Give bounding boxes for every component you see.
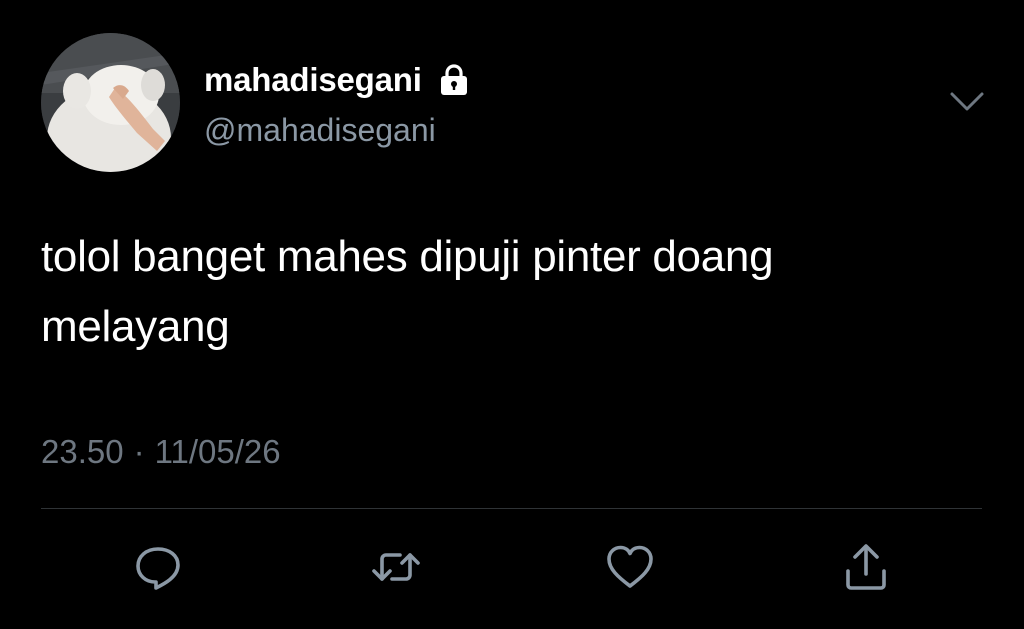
chevron-down-icon[interactable] xyxy=(948,88,986,116)
divider xyxy=(41,508,982,509)
tweet-timestamp[interactable]: 23.50 · 11/05/26 xyxy=(41,430,281,474)
avatar-image xyxy=(41,33,180,172)
action-bar xyxy=(0,535,1024,605)
lock-icon xyxy=(436,62,472,98)
reply-icon xyxy=(136,547,180,590)
avatar[interactable] xyxy=(41,33,180,172)
display-name[interactable]: mahadisegani xyxy=(204,60,422,100)
heart-icon xyxy=(607,545,653,588)
reply-button[interactable] xyxy=(128,535,188,599)
share-button[interactable] xyxy=(836,535,896,599)
tweet-card: mahadisegani @mahadisegani tolol banget … xyxy=(0,0,1024,629)
retweet-icon xyxy=(372,553,420,581)
tweet-text: tolol banget mahes dipuji pinter doang m… xyxy=(41,232,774,351)
retweet-button[interactable] xyxy=(366,535,426,599)
meta-separator: · xyxy=(133,433,145,470)
author-handle[interactable]: @mahadisegani xyxy=(204,110,436,150)
share-icon xyxy=(846,544,886,590)
like-button[interactable] xyxy=(600,535,660,599)
tweet-date: 11/05/26 xyxy=(154,433,281,470)
tweet-time: 23.50 xyxy=(41,433,124,470)
author-name-row: mahadisegani xyxy=(204,58,472,102)
